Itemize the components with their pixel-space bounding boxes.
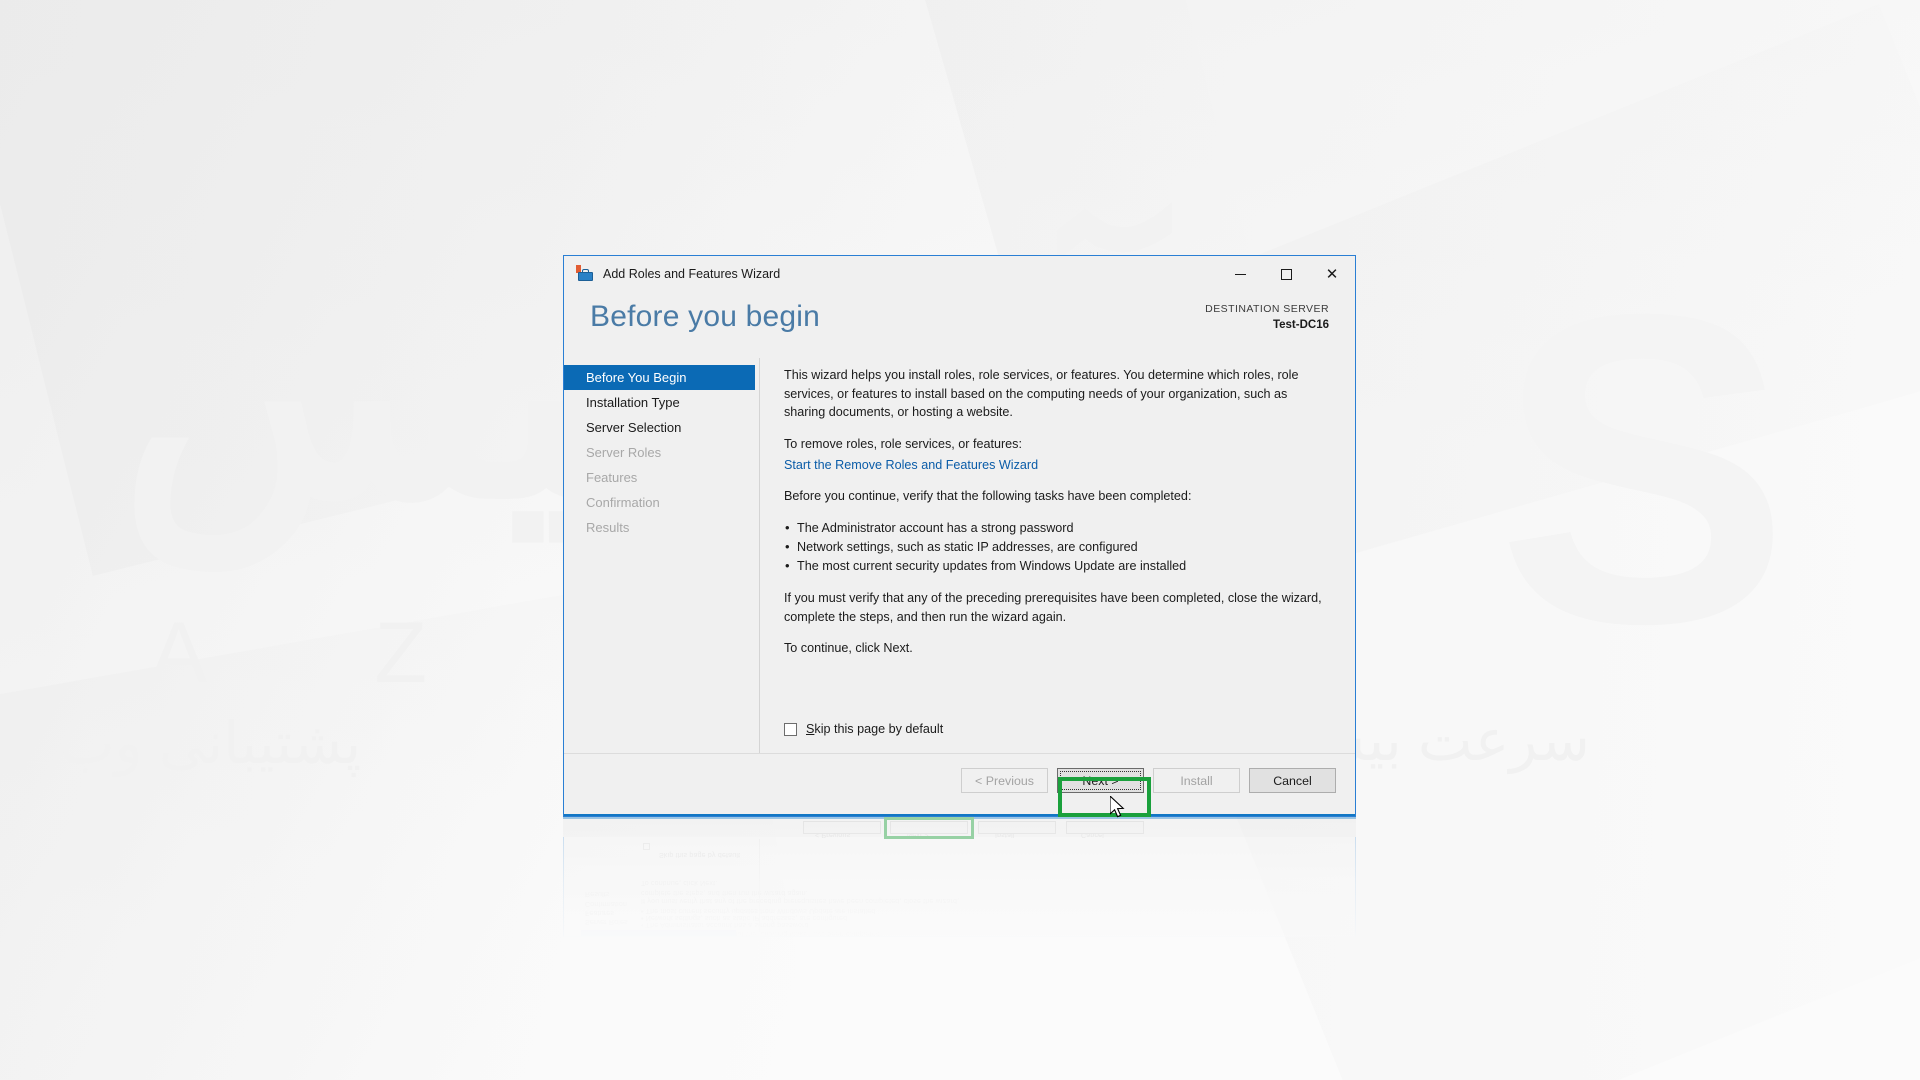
nav-item-installation-type[interactable]: Installation Type <box>564 390 759 415</box>
cancel-button[interactable]: Cancel <box>1249 768 1336 793</box>
maximize-icon <box>1280 268 1292 280</box>
skip-page-label-rest: kip this page by default <box>814 722 944 737</box>
destination-server-label: DESTINATION SERVER <box>1205 303 1329 315</box>
nav-item-features: Features <box>586 470 638 485</box>
nav-item-results: Results <box>586 520 630 535</box>
list-item: The Administrator account has a strong p… <box>784 518 1329 538</box>
previous-button: < Previous <box>961 768 1048 793</box>
intro-paragraph: This wizard helps you install roles, rol… <box>784 368 1299 420</box>
page-backdrop: آزاسیس S A Z A S Y S پشتیبانی وب سرعت بی… <box>0 0 1920 1080</box>
add-roles-wizard-dialog: Add Roles and Features Wizard ✕ Before y… <box>563 255 1356 817</box>
dialog-footer: < Previous Next > Install Cancel <box>564 753 1355 816</box>
window-controls: ✕ <box>1217 256 1355 292</box>
remove-heading: To remove roles, role services, or featu… <box>784 436 1022 451</box>
next-button[interactable]: Next > <box>1057 768 1144 793</box>
dialog-reflection: < Previous Next > Install Cancel Skip th… <box>563 817 1356 937</box>
skip-page-label: Skip this page by default <box>806 720 943 739</box>
continue-note: To continue, click Next. <box>784 641 913 656</box>
prerequisite-note: If you must verify that any of the prece… <box>784 591 1322 624</box>
page-title: Before you begin <box>590 300 821 333</box>
wizard-content: This wizard helps you install roles, rol… <box>760 358 1355 753</box>
close-button[interactable]: ✕ <box>1309 256 1355 292</box>
destination-server-info: DESTINATION SERVER Test-DC16 <box>1205 302 1329 334</box>
skip-page-row[interactable]: Skip this page by default <box>784 720 943 739</box>
window-title: Add Roles and Features Wizard <box>603 267 781 281</box>
minimize-icon <box>1234 273 1246 275</box>
list-item: The most current security updates from W… <box>784 556 1329 576</box>
nav-item-server-selection[interactable]: Server Selection <box>564 415 759 440</box>
prerequisite-list: The Administrator account has a strong p… <box>784 518 1329 576</box>
nav-item-before-you-begin[interactable]: Before You Begin <box>564 365 755 390</box>
maximize-button[interactable] <box>1263 256 1309 292</box>
wizard-step-nav: Before You Begin Installation Type Serve… <box>564 358 760 753</box>
destination-server-name: Test-DC16 <box>1272 319 1329 332</box>
skip-page-checkbox[interactable] <box>784 723 797 737</box>
footer-button-row: < Previous Next > Install Cancel <box>961 768 1336 793</box>
watermark-tagline-left: پشتیبانی وب <box>60 711 362 776</box>
watermark-logo-glyph: S <box>1496 224 1791 715</box>
nav-item-confirmation: Confirmation <box>586 495 660 510</box>
dialog-header: Before you begin DESTINATION SERVER Test… <box>564 292 1355 358</box>
close-icon: ✕ <box>1325 264 1339 283</box>
nav-item-server-roles: Server Roles <box>586 445 662 460</box>
install-button: Install <box>1153 768 1240 793</box>
verify-heading: Before you continue, verify that the fol… <box>784 489 1192 504</box>
dialog-body: Before You Begin Installation Type Serve… <box>564 358 1355 753</box>
title-bar[interactable]: Add Roles and Features Wizard ✕ <box>564 256 1355 292</box>
roles-features-wizard-icon <box>576 265 594 283</box>
minimize-button[interactable] <box>1217 256 1263 292</box>
remove-roles-link[interactable]: Start the Remove Roles and Features Wiza… <box>784 458 1038 472</box>
list-item: Network settings, such as static IP addr… <box>784 537 1329 557</box>
